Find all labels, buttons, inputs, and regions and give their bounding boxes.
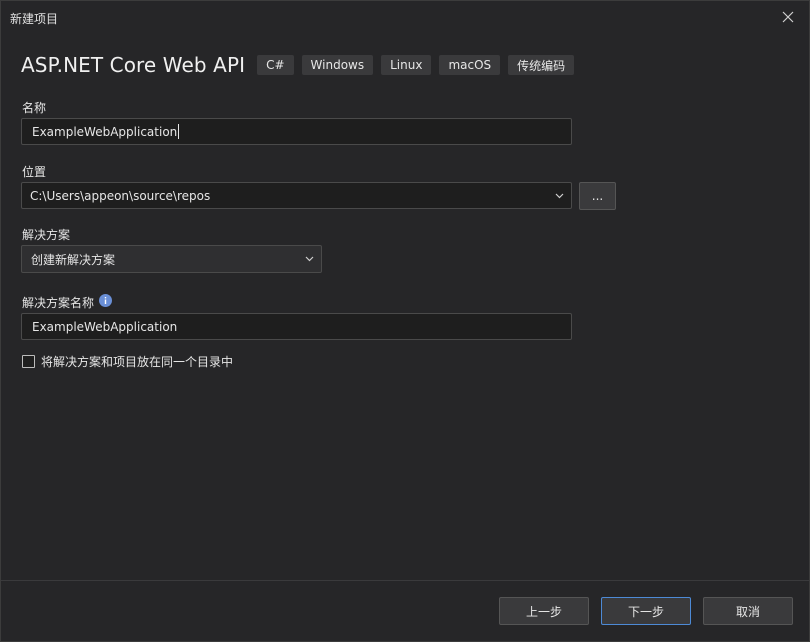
solution-label: 解决方案: [22, 228, 71, 242]
same-directory-label: 将解决方案和项目放在同一个目录中: [41, 355, 234, 369]
name-label: 名称: [22, 101, 47, 115]
tag-csharp: C#: [257, 55, 294, 75]
tag-windows: Windows: [301, 55, 374, 75]
chevron-down-icon: [305, 256, 314, 262]
title-bar: 新建项目: [1, 1, 809, 33]
project-name-value: ExampleWebApplication: [32, 124, 178, 139]
back-button[interactable]: 上一步: [499, 597, 589, 625]
footer-divider: [1, 580, 809, 581]
solution-name-value: ExampleWebApplication: [32, 319, 178, 334]
chevron-down-icon[interactable]: [554, 190, 565, 201]
close-icon: [782, 11, 794, 23]
same-directory-checkbox[interactable]: [22, 355, 35, 368]
location-label: 位置: [22, 165, 47, 179]
close-button[interactable]: [777, 6, 799, 28]
tag-traditional-coding: 传统编码: [508, 55, 575, 75]
location-value: C:\Users\appeon\source\repos: [30, 188, 211, 203]
tag-linux: Linux: [381, 55, 432, 75]
template-name: ASP.NET Core Web API: [21, 53, 246, 77]
next-button[interactable]: 下一步: [601, 597, 691, 625]
template-header: ASP.NET Core Web API C# Windows Linux ma…: [21, 53, 582, 77]
new-project-dialog: 新建项目 ASP.NET Core Web API C# Windows Lin…: [0, 0, 810, 642]
solution-dropdown[interactable]: 创建新解决方案: [21, 245, 322, 273]
browse-button[interactable]: ...: [579, 182, 616, 210]
location-combobox[interactable]: C:\Users\appeon\source\repos: [21, 182, 572, 209]
solution-value: 创建新解决方案: [31, 252, 116, 267]
tag-macos: macOS: [439, 55, 501, 75]
same-directory-option[interactable]: 将解决方案和项目放在同一个目录中: [22, 353, 233, 370]
cancel-button[interactable]: 取消: [703, 597, 793, 625]
solution-name-label: 解决方案名称: [22, 296, 95, 310]
solution-name-input[interactable]: ExampleWebApplication: [21, 313, 572, 340]
window-title: 新建项目: [10, 12, 59, 26]
project-name-input[interactable]: ExampleWebApplication: [21, 118, 572, 145]
text-caret: [178, 124, 180, 139]
info-icon[interactable]: [99, 294, 112, 307]
